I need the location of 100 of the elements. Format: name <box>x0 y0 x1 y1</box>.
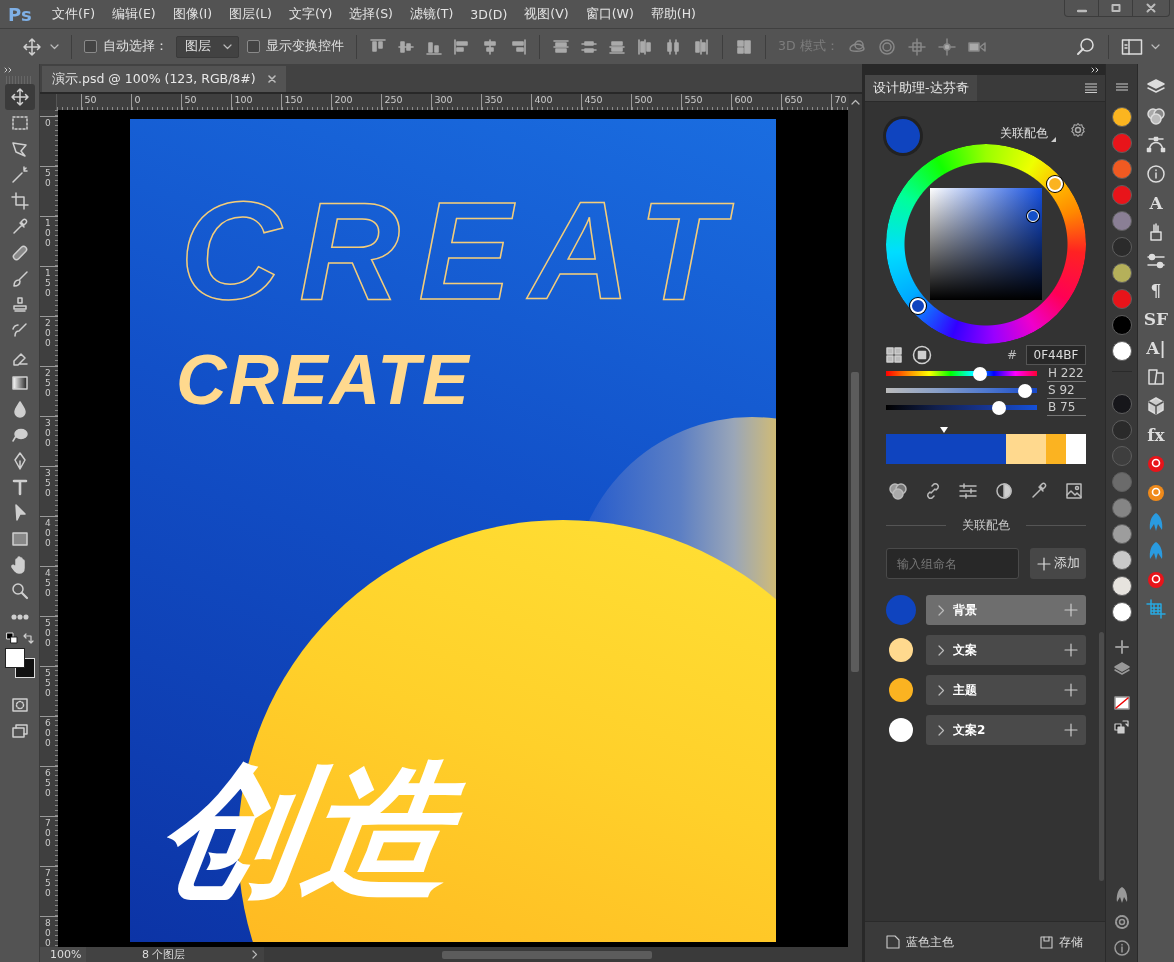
color-swatch[interactable] <box>1111 211 1132 231</box>
scheme-name[interactable]: 蓝色主色 <box>906 933 954 951</box>
grid-icon[interactable] <box>886 347 902 363</box>
workspace-icon[interactable] <box>1121 37 1143 56</box>
contrast-icon[interactable] <box>993 481 1014 501</box>
toolbar-grip[interactable] <box>6 76 33 84</box>
caret-icon[interactable] <box>50 43 59 50</box>
panel-glyph[interactable]: A <box>1149 193 1163 213</box>
settings-icon[interactable] <box>1070 122 1086 138</box>
color-swatch[interactable] <box>1111 550 1132 570</box>
plus-icon[interactable] <box>1064 723 1078 737</box>
auto-align-icon[interactable] <box>735 37 753 56</box>
crop-grid-icon[interactable] <box>1146 599 1166 619</box>
scroll-up-icon[interactable] <box>850 99 860 105</box>
paths-icon[interactable] <box>1146 135 1166 155</box>
color-swatch[interactable] <box>1111 498 1132 518</box>
close-icon[interactable] <box>267 75 276 83</box>
document-tab[interactable]: 演示.psd @ 100% (123, RGB/8#) <box>42 66 286 92</box>
panel-glyph[interactable]: SF <box>1143 309 1169 329</box>
distribute-icon[interactable] <box>636 37 654 56</box>
menu-item[interactable]: 滤镜(T) <box>401 5 462 23</box>
lasso-icon[interactable] <box>9 139 30 159</box>
panel-scrollbar[interactable] <box>1099 632 1104 881</box>
color-swatch[interactable] <box>1111 524 1132 544</box>
close-icon[interactable] <box>1146 3 1156 13</box>
corner-triangle-icon[interactable] <box>1051 137 1056 142</box>
group-color-dot[interactable] <box>889 718 913 742</box>
panel-tab[interactable]: 设计助理-达芬奇 <box>865 75 977 101</box>
palette-swatch[interactable] <box>1006 434 1046 464</box>
panel-glyph[interactable]: ¶ <box>1150 280 1162 300</box>
plus-icon[interactable] <box>1114 640 1129 654</box>
group-color-dot[interactable] <box>889 678 913 702</box>
gradient-icon[interactable] <box>9 373 30 393</box>
zoom-icon[interactable] <box>9 581 30 601</box>
panel-glyph[interactable]: A| <box>1146 338 1166 358</box>
palette-swatch[interactable] <box>1066 434 1086 464</box>
maximize-icon[interactable] <box>1110 3 1121 13</box>
chevron-right-icon[interactable] <box>938 644 945 656</box>
color-mode-menu[interactable]: 关联配色 <box>1000 125 1048 142</box>
color-swatch[interactable] <box>1111 315 1132 335</box>
slider-thumb[interactable] <box>1017 383 1032 398</box>
align-icon[interactable] <box>453 37 471 56</box>
menu-item[interactable]: 文字(Y) <box>280 5 341 23</box>
wheel-handle[interactable] <box>1047 176 1063 192</box>
field-handle[interactable] <box>1027 210 1039 222</box>
menu-item[interactable]: 编辑(E) <box>103 5 165 23</box>
slider-thumb[interactable] <box>992 400 1007 415</box>
checkbox[interactable] <box>247 40 260 53</box>
color-group-row[interactable]: 背景 <box>926 595 1086 625</box>
color-swatch[interactable] <box>1111 237 1132 257</box>
color-swatch[interactable] <box>1111 107 1132 127</box>
color-swatch[interactable] <box>1111 159 1132 179</box>
marquee-icon[interactable] <box>9 113 30 133</box>
crop-icon[interactable] <box>9 191 30 211</box>
channels-icon[interactable] <box>888 481 908 501</box>
magic-wand-icon[interactable] <box>9 165 30 185</box>
color-swatch[interactable] <box>1111 394 1132 414</box>
group-color-dot[interactable] <box>889 638 913 662</box>
wheel-handle[interactable] <box>910 298 926 314</box>
adjust-icon[interactable] <box>1146 251 1166 271</box>
caret-icon[interactable] <box>1151 43 1160 50</box>
hex-field[interactable]: 0F44BF <box>1026 345 1086 365</box>
palette-swatch[interactable] <box>1046 434 1066 464</box>
color-swatch[interactable] <box>1111 185 1132 205</box>
quick-mask-icon[interactable] <box>9 695 30 715</box>
chevron-right-icon[interactable] <box>938 724 945 736</box>
layer-dropdown[interactable]: 图层 <box>176 35 239 58</box>
color-swatch[interactable] <box>1111 420 1132 440</box>
zoom-level[interactable]: 100% <box>40 947 86 962</box>
menu-item[interactable]: 图像(I) <box>164 5 221 23</box>
color-swatch[interactable] <box>1111 576 1132 596</box>
slider-value[interactable]: B 75 <box>1047 399 1086 416</box>
menu-item[interactable]: 3D(D) <box>461 6 516 22</box>
color-swatch[interactable] <box>1111 289 1132 309</box>
panel-menu-icon[interactable] <box>1085 83 1097 93</box>
palette-swatch[interactable] <box>886 434 1006 464</box>
menu-item[interactable]: 窗口(W) <box>577 5 643 23</box>
transform-icon[interactable] <box>1146 367 1166 387</box>
plugin-icon[interactable] <box>1146 454 1166 474</box>
color-swatch[interactable] <box>1111 341 1132 361</box>
horizontal-scrollbar[interactable] <box>264 947 862 962</box>
chevron-right-icon[interactable] <box>938 604 945 616</box>
collapse-icon[interactable] <box>1091 66 1099 73</box>
search-icon[interactable] <box>1076 36 1096 57</box>
screen-mode-icon[interactable] <box>9 721 30 741</box>
collapse-icon[interactable] <box>4 67 12 73</box>
figure-icon[interactable] <box>1114 886 1129 904</box>
align-icon[interactable] <box>481 37 499 56</box>
panel-glyph[interactable]: fx <box>1147 425 1165 445</box>
slider-value[interactable]: H 222 <box>1047 365 1086 382</box>
slider-value[interactable]: S 92 <box>1047 382 1086 399</box>
save-button[interactable]: 存储 <box>1059 933 1083 951</box>
save-icon[interactable] <box>1040 935 1053 949</box>
align-icon[interactable] <box>509 37 527 56</box>
3d-tool-icon[interactable] <box>936 36 957 57</box>
move-tool-icon[interactable] <box>9 87 30 107</box>
settings-icon[interactable] <box>1113 914 1130 930</box>
no-color-icon[interactable] <box>1113 696 1130 710</box>
foreground-background-colors[interactable] <box>4 648 35 678</box>
image-icon[interactable] <box>1063 481 1084 501</box>
